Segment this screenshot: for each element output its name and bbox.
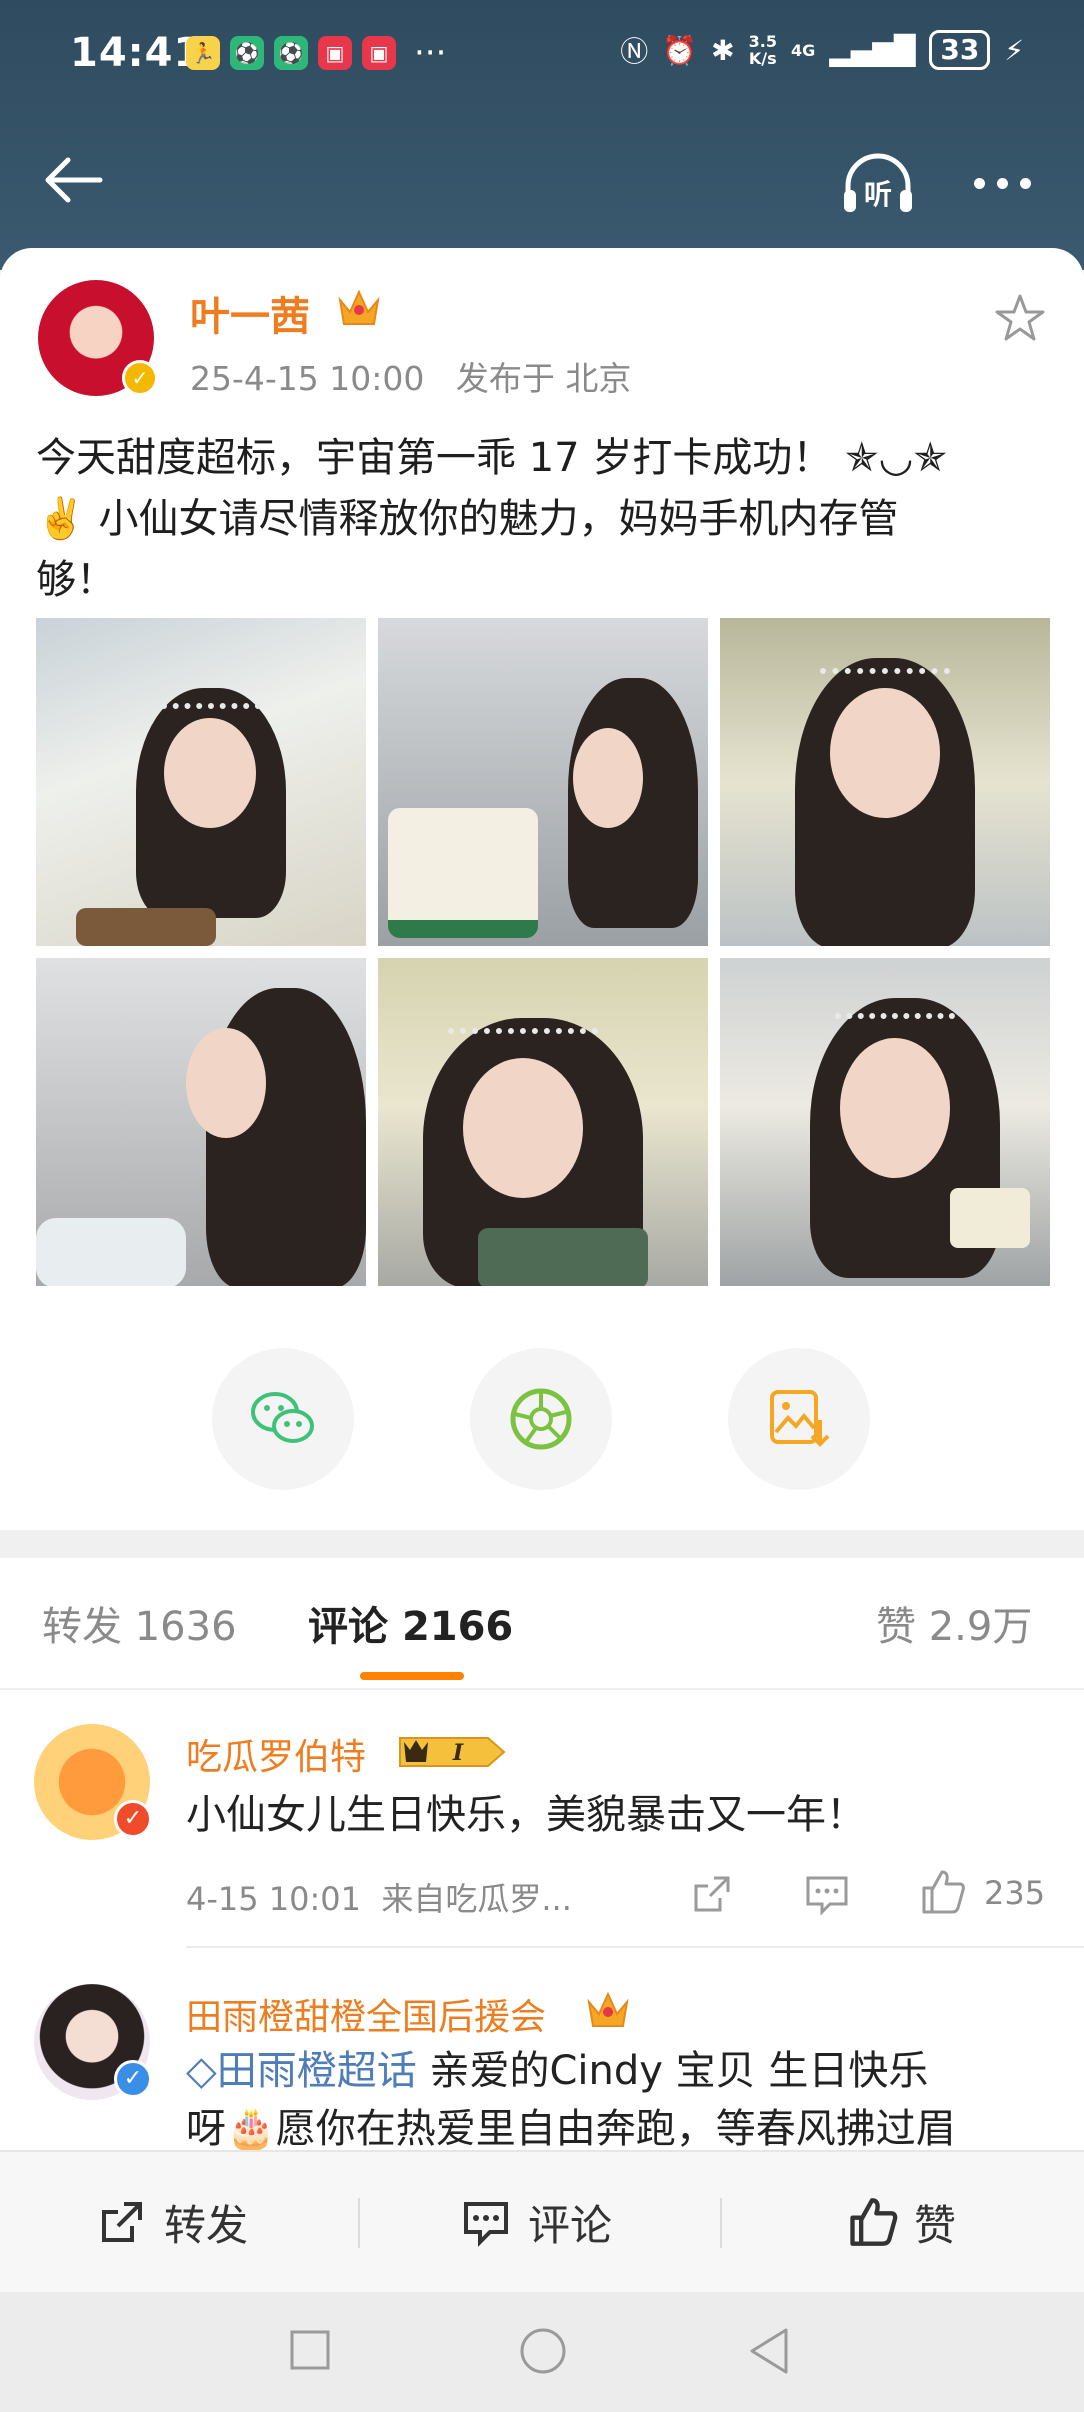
network-type: 4G [790, 40, 816, 60]
bluetooth-icon: ✱ [711, 33, 735, 67]
status-time: 14:41 [70, 30, 203, 76]
save-image-button[interactable] [728, 1348, 870, 1490]
commenter-name[interactable]: 吃瓜罗伯特 [186, 1728, 366, 1780]
nfc-icon: Ⓝ [620, 35, 649, 68]
notification-app-icon: ⚽ [274, 36, 308, 70]
active-tab-indicator [360, 1672, 464, 1680]
bar-divider [358, 2198, 360, 2248]
post-location: 发布于 北京 [455, 359, 632, 398]
like-comment-icon[interactable] [918, 1868, 966, 1916]
tab-repost[interactable]: 转发 1636 [42, 1594, 237, 1652]
author-name[interactable]: 叶一茜 [190, 284, 310, 342]
status-right: Ⓝ ⏰ ✱ 3.5 K/s 4G ▂▄▆█ 33 ⚡ [620, 30, 1024, 70]
comment-text: 小仙女儿生日快乐，美貌暴击又一年！ [186, 1792, 866, 1838]
crown-badge-icon [338, 289, 380, 325]
member-level-badge-icon: I [399, 1737, 506, 1767]
post-meta: 25-4-15 10:00 发布于 北京 [190, 352, 631, 400]
alarm-icon: ⏰ [662, 33, 698, 67]
post-photo[interactable] [378, 958, 708, 1286]
comment-icon [464, 2202, 508, 2247]
nav-bar: 听 [0, 130, 1084, 230]
svg-text:听: 听 [864, 178, 892, 211]
notification-app-icon: 🏃 [186, 36, 220, 70]
tab-comment[interactable]: 评论 2166 [308, 1594, 513, 1652]
top-header: 14:41 🏃 ⚽ ⚽ ▣ ▣ ··· Ⓝ ⏰ ✱ 3.5 K/s 4G ▂▄▆█… [0, 0, 1084, 270]
wechat-icon [251, 1392, 314, 1443]
post-card: ✓ 叶一茜 25-4-15 10:00 发布于 北京 今天甜度超标，宇宙第一乖 … [0, 248, 1084, 1530]
author-avatar[interactable]: ✓ [38, 280, 158, 396]
supertopic-diamond-icon: ◇ [186, 2048, 217, 2094]
post-photo[interactable] [36, 958, 366, 1286]
post-photo[interactable] [378, 618, 708, 946]
commenter-name[interactable]: 田雨橙甜橙全国后援会 [186, 1988, 546, 2040]
comment-separator [186, 1946, 1084, 1948]
comment-button[interactable]: 评论 [460, 2192, 612, 2252]
photo-grid [36, 618, 1050, 1286]
post-timestamp: 25-4-15 10:00 [190, 359, 425, 398]
more-notifications-icon: ··· [414, 33, 447, 73]
commenter-avatar[interactable]: ✓ [34, 1984, 152, 2100]
bottom-action-bar: 转发 评论 赞 [0, 2150, 1084, 2292]
signal-icon: ▂▄▆█ [829, 33, 916, 67]
crown-badge-icon [587, 1991, 629, 2027]
repost-button[interactable]: 转发 [96, 2192, 248, 2252]
home-icon[interactable] [518, 2326, 568, 2376]
post-photo[interactable] [720, 618, 1050, 946]
notification-app-icon: ⚽ [230, 36, 264, 70]
moments-icon [510, 1388, 572, 1450]
status-bar: 14:41 🏃 ⚽ ⚽ ▣ ▣ ··· Ⓝ ⏰ ✱ 3.5 K/s 4G ▂▄▆█… [0, 0, 1084, 110]
comment-text: ◇田雨橙超话 亲爱的Cindy 宝贝 生日快乐 呀🎂愿你在热爱里自由奔跑，等春风… [186, 2048, 956, 2150]
post-text: 今天甜度超标，宇宙第一乖 17 岁打卡成功！ ✯◡✯ ✌️ 小仙女请尽情释放你的… [36, 435, 947, 603]
comment-meta: 4-15 10:01 来自吃瓜罗... [186, 1880, 572, 1918]
save-image-icon [770, 1390, 830, 1447]
system-navigation-bar [0, 2292, 1084, 2412]
share-comment-icon[interactable] [690, 1872, 734, 1916]
commenter-avatar[interactable]: ✓ [34, 1724, 152, 1840]
like-button[interactable]: 赞 [846, 2192, 956, 2252]
like-icon [850, 2198, 898, 2246]
comment-like-count: 235 [984, 1874, 1046, 1912]
post-photo[interactable] [36, 618, 366, 946]
status-app-icons: 🏃 ⚽ ⚽ ▣ ▣ ··· [186, 36, 446, 70]
share-moments-button[interactable] [470, 1348, 612, 1490]
verified-badge-icon: ✓ [122, 360, 158, 396]
supertopic-link[interactable]: 田雨橙超话 [217, 2048, 417, 2094]
svg-text:I: I [452, 1740, 464, 1766]
post-photo[interactable] [720, 958, 1050, 1286]
arrow-left-icon[interactable] [40, 150, 110, 210]
more-dots-icon[interactable] [974, 168, 1044, 198]
verified-badge-icon: ✓ [114, 1800, 152, 1838]
notification-app-icon: ▣ [362, 36, 396, 70]
interaction-tabs: 转发 1636 评论 2166 赞 2.9万 [0, 1558, 1084, 1690]
favorite-star-icon[interactable] [992, 290, 1048, 346]
reply-comment-icon[interactable] [804, 1872, 850, 1916]
repost-icon [102, 2202, 142, 2242]
battery-indicator: 33 [929, 30, 991, 70]
headphones-listen-icon[interactable]: 听 [840, 152, 916, 216]
recent-apps-icon[interactable] [288, 2328, 332, 2372]
notification-app-icon: ▣ [318, 36, 352, 70]
bar-divider [720, 2198, 722, 2248]
tab-like[interactable]: 赞 2.9万 [876, 1594, 1032, 1652]
back-triangle-icon[interactable] [746, 2326, 794, 2376]
network-speed: 3.5 K/s [748, 32, 777, 68]
verified-badge-icon: ✓ [114, 2060, 152, 2098]
section-divider [0, 1530, 1084, 1558]
comment-list: ✓ 吃瓜罗伯特 I 小仙女儿生日快乐，美貌暴击又一年！ 4-15 10:01 来… [0, 1690, 1084, 2150]
share-wechat-button[interactable] [212, 1348, 354, 1490]
charging-icon: ⚡ [1004, 33, 1024, 67]
